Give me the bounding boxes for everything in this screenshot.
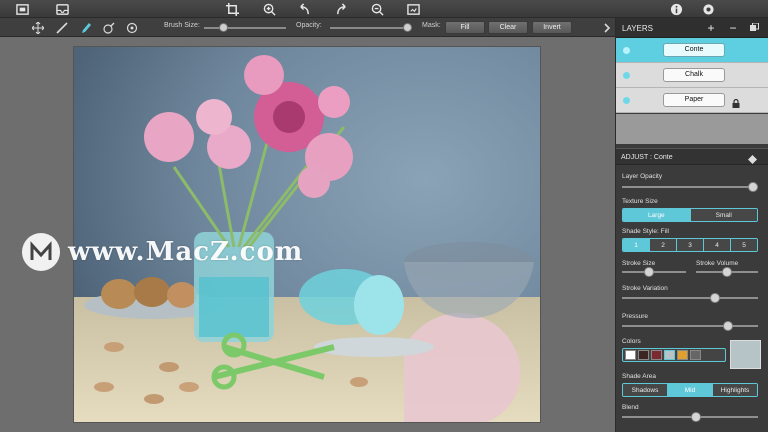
shade-style-5[interactable]: 5 [731, 239, 757, 251]
canvas-area: www.MacZ.com [0, 37, 615, 432]
blend-label: Blend [622, 404, 639, 411]
blend-knob[interactable] [691, 412, 702, 422]
undo-icon[interactable] [296, 1, 312, 17]
brush-toolbar: Brush Size: Opacity: Mask: Fill Clear In… [0, 18, 615, 37]
shade-area-control: Shadows Mid Highlights [622, 383, 758, 397]
color-swatch[interactable] [638, 350, 649, 360]
adjust-title: ADJUST : Conte [621, 154, 673, 161]
duplicate-layer-icon[interactable] [747, 21, 761, 35]
texture-size-label: Texture Size [622, 198, 658, 205]
color-swatch[interactable] [625, 350, 636, 360]
shade-style-2[interactable]: 2 [650, 239, 677, 251]
color-swatch[interactable] [664, 350, 675, 360]
pressure-label: Pressure [622, 313, 649, 320]
fill-button[interactable]: Fill [445, 21, 485, 34]
move-icon[interactable] [30, 20, 45, 35]
opacity-knob[interactable] [403, 23, 412, 32]
remove-layer-button[interactable]: − [726, 21, 740, 35]
color-swatch[interactable] [651, 350, 662, 360]
shade-area-shadows[interactable]: Shadows [623, 384, 668, 396]
texture-large-option[interactable]: Large [623, 209, 691, 221]
layer-name: Paper [663, 93, 725, 107]
stroke-variation-knob[interactable] [710, 293, 721, 303]
opacity-label: Opacity: [296, 22, 322, 29]
brush-icon[interactable] [54, 20, 69, 35]
layer-name: Conte [663, 43, 725, 57]
colors-label: Colors [622, 338, 641, 345]
shade-area-highlights[interactable]: Highlights [713, 384, 757, 396]
export-icon[interactable] [405, 1, 421, 17]
color-swatch[interactable] [690, 350, 701, 360]
stroke-volume-knob[interactable] [722, 267, 732, 277]
layer-opacity-label: Layer Opacity [622, 173, 663, 180]
layers-header: LAYERS + − [616, 18, 768, 38]
info-icon[interactable] [668, 1, 684, 17]
stroke-volume-slider[interactable] [696, 267, 758, 277]
opacity-slider[interactable] [330, 23, 412, 32]
brush-size-slider[interactable] [204, 23, 286, 32]
texture-size-control: Large Small [622, 208, 758, 222]
shade-style-1[interactable]: 1 [623, 239, 650, 251]
shade-style-3[interactable]: 3 [677, 239, 704, 251]
lock-icon[interactable] [732, 95, 740, 113]
eraser-icon[interactable] [101, 20, 116, 35]
layers-empty-area [616, 114, 768, 144]
layer-type-icon[interactable] [747, 152, 758, 170]
stroke-variation-slider[interactable] [622, 293, 758, 303]
layers-title: LAYERS [622, 24, 653, 33]
shade-style-label: Shade Style: Fill [622, 228, 669, 235]
inbox-icon[interactable] [54, 1, 70, 17]
zoom-out-icon[interactable] [369, 1, 385, 17]
zoom-in-icon[interactable] [261, 1, 277, 17]
stroke-variation-label: Stroke Variation [622, 285, 668, 292]
adjust-header: ADJUST : Conte [616, 148, 768, 165]
shade-area-mid[interactable]: Mid [668, 384, 713, 396]
color-swatch[interactable] [677, 350, 688, 360]
stamp-icon[interactable] [124, 20, 139, 35]
blend-slider[interactable] [622, 412, 758, 422]
settings-icon[interactable] [700, 1, 716, 17]
chevron-right-icon[interactable] [599, 20, 614, 35]
brush-size-knob[interactable] [218, 23, 228, 32]
mask-label: Mask: [422, 22, 441, 29]
pressure-knob[interactable] [722, 321, 733, 331]
stroke-volume-label: Stroke Volume [696, 260, 739, 267]
brush-size-label: Brush Size: [164, 22, 200, 29]
layer-row-paper[interactable]: Paper [616, 88, 768, 113]
selected-color-preview[interactable] [730, 340, 761, 369]
layer-name: Chalk [663, 68, 725, 82]
invert-button[interactable]: Invert [532, 21, 572, 34]
watermark: www.MacZ.com [22, 233, 303, 271]
right-panel: LAYERS + − Conte Chalk Paper ADJUST : Co… [615, 18, 768, 432]
pressure-slider[interactable] [622, 321, 758, 331]
layer-row-conte[interactable]: Conte [616, 38, 768, 63]
redo-icon[interactable] [333, 1, 349, 17]
stroke-size-slider[interactable] [622, 267, 686, 277]
layer-visibility-dot[interactable] [623, 72, 630, 79]
app-window: Brush Size: Opacity: Mask: Fill Clear In… [0, 0, 768, 432]
shade-style-control: 1 2 3 4 5 [622, 238, 758, 252]
stroke-size-knob[interactable] [643, 267, 654, 277]
watermark-logo-icon [22, 233, 60, 271]
smudge-icon[interactable] [78, 20, 93, 35]
layer-opacity-slider[interactable] [622, 182, 758, 192]
texture-small-option[interactable]: Small [690, 209, 757, 221]
watermark-text: www.MacZ.com [68, 237, 304, 267]
frame-icon[interactable] [14, 1, 30, 17]
layer-row-chalk[interactable]: Chalk [616, 63, 768, 88]
add-layer-button[interactable]: + [704, 21, 718, 35]
main-toolbar [0, 0, 768, 18]
clear-button[interactable]: Clear [488, 21, 528, 34]
layer-visibility-dot[interactable] [623, 97, 630, 104]
layer-visibility-dot[interactable] [623, 47, 630, 54]
stroke-size-label: Stroke Size [622, 260, 656, 267]
shade-area-label: Shade Area [622, 373, 656, 380]
color-swatches [622, 348, 726, 362]
shade-style-4[interactable]: 4 [704, 239, 731, 251]
crop-icon[interactable] [224, 1, 240, 17]
layer-opacity-knob[interactable] [748, 182, 758, 192]
